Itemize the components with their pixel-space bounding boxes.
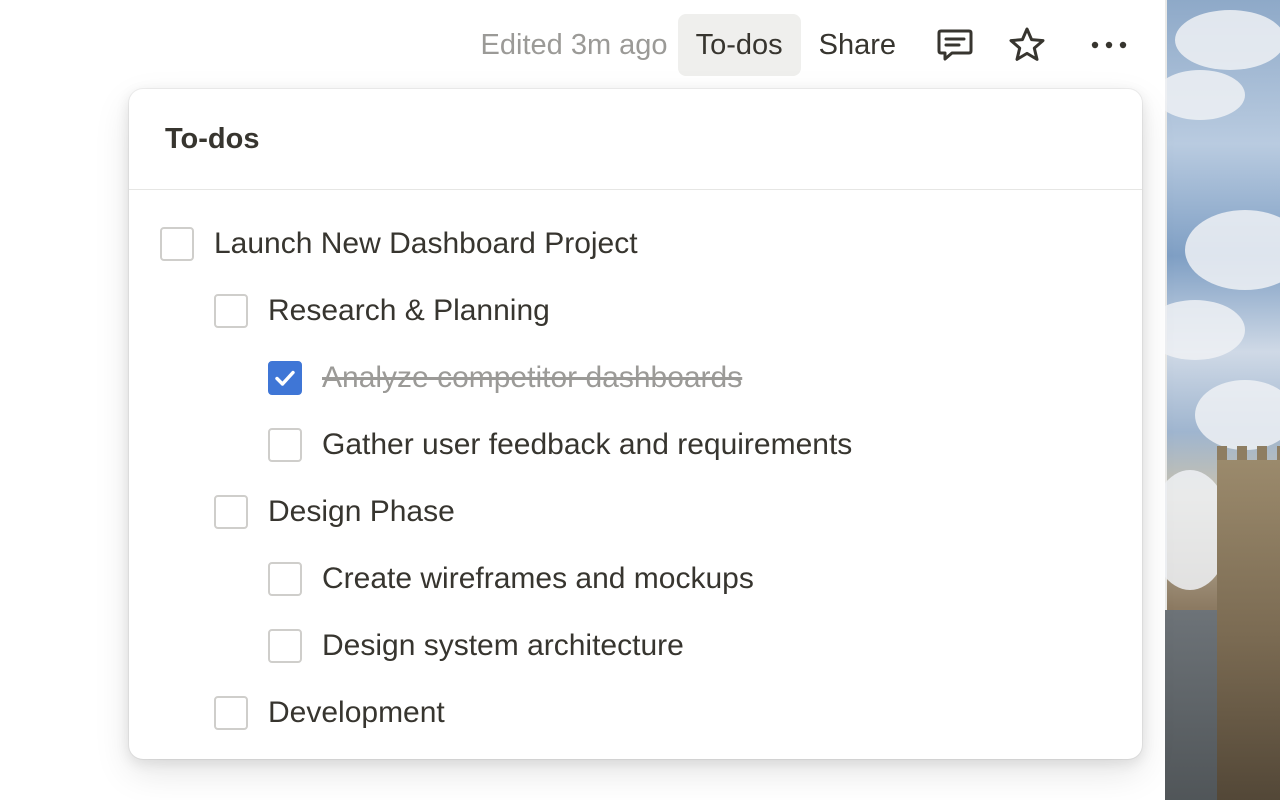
todo-label[interactable]: Launch New Dashboard Project	[214, 227, 638, 261]
comment-icon	[937, 29, 973, 61]
todo-item: Create wireframes and mockups	[129, 545, 1142, 612]
todo-label[interactable]: Design Phase	[268, 495, 455, 529]
todo-item: Design system architecture	[129, 612, 1142, 679]
todo-item: Development	[129, 679, 1142, 746]
todo-label[interactable]: Development	[268, 696, 445, 730]
todos-button[interactable]: To-dos	[677, 14, 801, 76]
todo-item: Design Phase	[129, 478, 1142, 545]
comments-button[interactable]	[924, 14, 986, 76]
background-photo	[1165, 0, 1280, 800]
todo-label[interactable]: Gather user feedback and requirements	[322, 428, 852, 462]
cloud-shape	[1165, 70, 1245, 120]
cloud-shape	[1195, 380, 1280, 450]
todo-item: Gather user feedback and requirements	[129, 411, 1142, 478]
page: Edited 3m ago To-dos Share To-dos Launch…	[0, 0, 1280, 800]
todo-list: Launch New Dashboard Project Research & …	[129, 190, 1142, 746]
todo-checkbox[interactable]	[268, 628, 302, 663]
todo-checkbox[interactable]	[160, 226, 194, 261]
favorite-button[interactable]	[996, 14, 1058, 76]
todo-checkbox[interactable]	[268, 427, 302, 462]
todos-panel-header: To-dos	[129, 89, 1142, 190]
todo-checkbox-checked[interactable]	[268, 360, 302, 395]
share-button[interactable]: Share	[801, 14, 914, 76]
more-options-button[interactable]	[1078, 14, 1140, 76]
check-icon	[275, 370, 295, 386]
todo-checkbox[interactable]	[214, 695, 248, 730]
star-icon	[1009, 27, 1045, 61]
tower-shape	[1217, 446, 1280, 800]
todo-item: Research & Planning	[129, 277, 1142, 344]
edited-timestamp: Edited 3m ago	[480, 28, 668, 61]
todo-label[interactable]: Design system architecture	[322, 629, 684, 663]
todo-label[interactable]: Create wireframes and mockups	[322, 562, 754, 596]
crenel-shape	[1257, 446, 1267, 460]
todo-checkbox[interactable]	[214, 494, 248, 529]
panel-title: To-dos	[165, 122, 260, 155]
todo-label[interactable]: Analyze competitor dashboards	[322, 361, 742, 395]
page-topbar: Edited 3m ago To-dos Share	[481, 14, 1140, 76]
cloud-shape	[1185, 210, 1280, 290]
todo-checkbox[interactable]	[214, 293, 248, 328]
todos-panel: To-dos Launch New Dashboard Project Rese…	[129, 89, 1142, 759]
todo-checkbox[interactable]	[268, 561, 302, 596]
cloud-shape	[1165, 300, 1245, 360]
todo-item: Analyze competitor dashboards	[129, 344, 1142, 411]
todo-item: Launch New Dashboard Project	[129, 210, 1142, 277]
roof-shape	[1165, 610, 1225, 800]
crenel-shape	[1217, 446, 1227, 460]
crenel-shape	[1237, 446, 1247, 460]
cloud-shape	[1175, 10, 1280, 70]
todo-label[interactable]: Research & Planning	[268, 294, 550, 328]
more-icon	[1091, 41, 1127, 49]
